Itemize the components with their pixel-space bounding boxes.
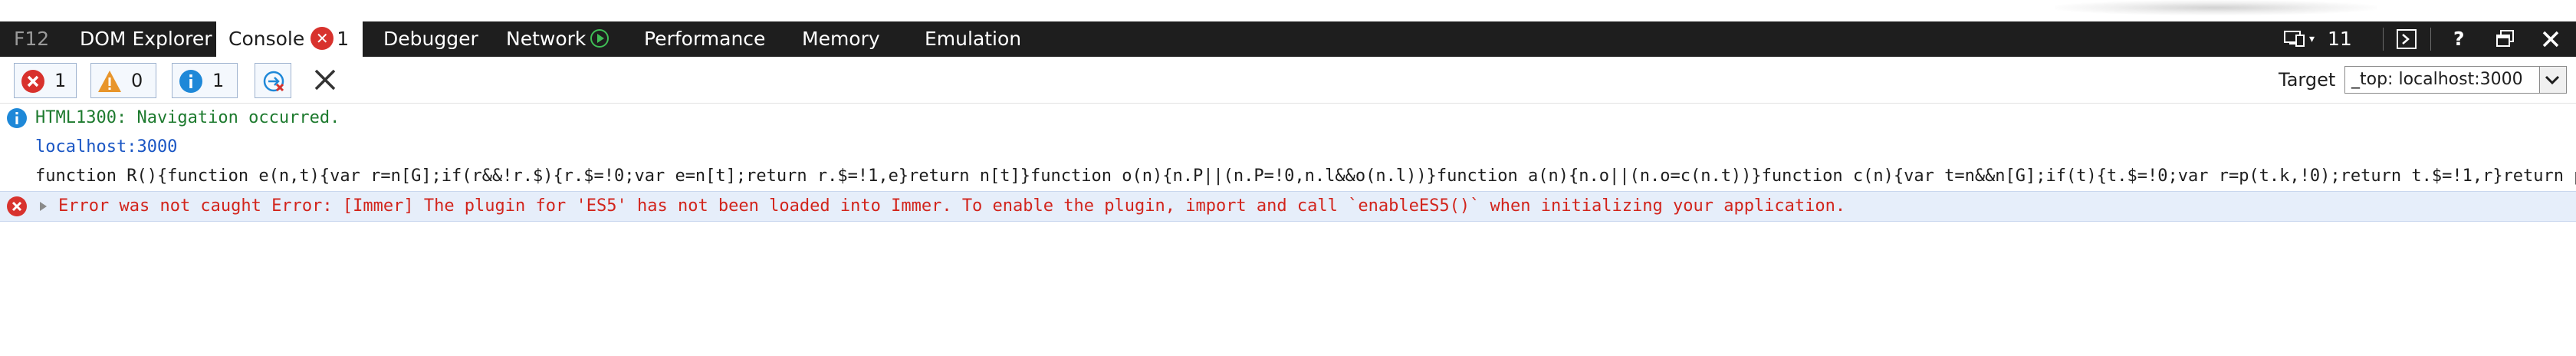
warnings-count: 0 [131,70,143,91]
tab-debugger[interactable]: Debugger [383,21,478,57]
console-message-info: HTML1300: Navigation occurred. [0,104,2576,133]
monitor-icon [2284,31,2305,47]
error-icon [7,196,27,216]
error-badge-icon: ✕ [310,27,334,50]
tab-network-label: Network [506,28,586,50]
console-source-link-row: localhost:3000 [0,133,2576,162]
target-select[interactable]: _top: localhost:3000 [2344,66,2567,94]
tab-f12[interactable]: F12 [14,21,49,57]
error-icon [21,70,44,93]
info-filter-button[interactable]: 1 [172,63,238,98]
window-shadow [2055,0,2377,15]
console-message-error[interactable]: Error was not caught Error: [Immer] The … [0,191,2576,222]
close-icon [2542,31,2559,48]
console-toolbar: 1 0 1 Target _top: localhost:3000 [0,57,2576,104]
restore-window-icon [2496,30,2514,47]
console-code-text: function R(){function e(n,t){var r=n[G];… [35,166,2576,186]
clear-console-icon[interactable] [310,64,340,95]
errors-count: 1 [54,70,67,91]
tab-dom-explorer[interactable]: DOM Explorer [80,21,212,57]
console-prompt-icon [2397,29,2417,49]
play-icon [590,29,610,48]
warnings-filter-button[interactable]: 0 [90,63,156,98]
tab-network[interactable]: Network [506,21,610,57]
tab-console[interactable]: Console ✕ 1 [216,21,363,57]
separator [2430,28,2431,51]
chevron-down-icon: ▾ [2309,33,2315,45]
warning-icon [98,71,121,92]
device-count: 11 [2328,28,2352,50]
help-button[interactable]: ? [2453,21,2465,57]
chevron-down-icon [2539,67,2566,93]
errors-filter-button[interactable]: 1 [14,63,77,98]
tab-console-error-count: 1 [337,28,350,50]
target-select-value: _top: localhost:3000 [2351,70,2523,89]
tab-memory[interactable]: Memory [802,21,880,57]
info-icon [179,70,202,93]
window-top-strip [0,0,2576,21]
devtools-tab-bar: F12 DOM Explorer Console ✕ 1 Debugger Netw… [0,21,2576,57]
tab-emulation[interactable]: Emulation [925,21,1021,57]
clear-on-navigate-icon [263,71,284,92]
source-link[interactable]: localhost:3000 [35,133,177,162]
target-label: Target [2279,69,2336,91]
console-error-text: Error was not caught Error: [Immer] The … [58,196,1846,216]
tab-performance[interactable]: Performance [644,21,765,57]
info-count: 1 [212,70,225,91]
tab-console-label: Console [228,28,305,50]
clear-on-navigate-button[interactable] [255,63,291,98]
expand-triangle-icon[interactable] [40,202,47,211]
separator [2383,28,2384,51]
info-icon [7,108,27,128]
console-code-line: function R(){function e(n,t){var r=n[G];… [0,162,2576,191]
console-message-text: HTML1300: Navigation occurred. [35,108,340,127]
